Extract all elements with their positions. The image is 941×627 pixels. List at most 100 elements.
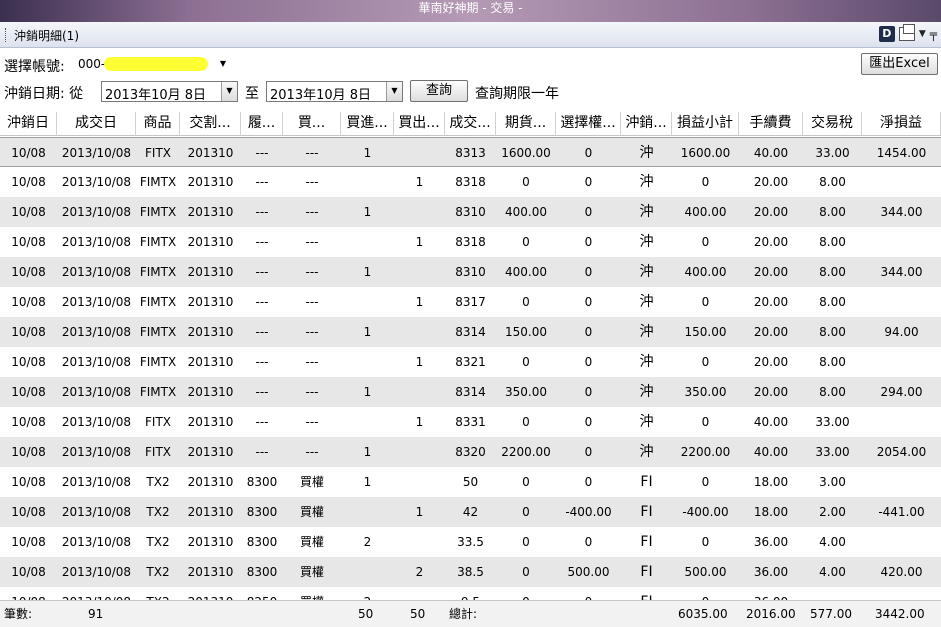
cell-fee: 18.00: [753, 505, 789, 519]
column-header-net-pnl[interactable]: 淨損益: [862, 112, 941, 136]
cell-fee: 40.00: [753, 146, 789, 160]
table-row[interactable]: 10/08 2013/10/08 FITX 201310 --- --- 1 8331 0 0 沖 0…: [0, 407, 941, 437]
net-total: 3442.00: [875, 607, 925, 621]
column-header-fee[interactable]: 手續費: [739, 112, 803, 136]
cell-buy-qty: 1: [363, 265, 372, 279]
cell-delivery-month: 201310: [187, 445, 234, 459]
cell-trade-price: 8314: [455, 385, 486, 399]
account-select[interactable]: 000- ▼: [74, 55, 230, 75]
drag-grip-icon[interactable]: [5, 28, 8, 42]
cell-product: TX2: [146, 475, 170, 489]
cell-futures-pnl: 350.00: [505, 385, 547, 399]
cell-product: FIMTX: [139, 355, 177, 369]
table-row[interactable]: 10/08 2013/10/08 FIMTX 201310 --- --- 1 8310 400…: [0, 197, 941, 227]
cell-option-type: ---: [305, 325, 319, 339]
table-row[interactable]: 10/08 2013/10/08 FIMTX 201310 --- --- 1 8310 400…: [0, 257, 941, 287]
cell-futures-pnl: 2200.00: [501, 445, 551, 459]
cell-tax: 33.00: [815, 146, 850, 160]
cell-option-type: ---: [305, 295, 319, 309]
cell-tax: 33.00: [815, 415, 850, 429]
column-header-settle-date[interactable]: 沖銷日: [0, 112, 57, 136]
window-title-bar: 華南好神期 - 交易 -: [0, 0, 941, 22]
column-header-product[interactable]: 商品: [136, 112, 180, 136]
column-header-strike[interactable]: 履...: [241, 112, 283, 136]
table-row[interactable]: 10/08 2013/10/08 FIMTX 201310 --- --- 1 8318 0 0 沖…: [0, 167, 941, 197]
column-header-option-pnl[interactable]: 選擇權...: [556, 112, 621, 136]
cell-net-pnl: [862, 527, 941, 557]
table-row[interactable]: 10/08 2013/10/08 TX2 201310 8300 買權 1 50 0 0 FI 0 18…: [0, 467, 941, 497]
cell-pnl-subtotal: 0: [701, 355, 710, 369]
cell-offset-type: FI: [640, 504, 653, 520]
table-row[interactable]: 10/08 2013/10/08 FITX 201310 --- --- 1 8320 2200…: [0, 437, 941, 467]
column-header-option-type[interactable]: 買...: [283, 112, 341, 136]
table-row[interactable]: 10/08 2013/10/08 TX2 201310 8300 買權 2 38.5 0 500.…: [0, 557, 941, 587]
chevron-down-icon[interactable]: ▼: [386, 82, 402, 101]
column-header-trade-price[interactable]: 成交...: [445, 112, 496, 136]
column-header-offset-type[interactable]: 沖銷...: [621, 112, 672, 136]
table-row[interactable]: 10/082013/10/08TX22013108250買權29.500FI03…: [0, 587, 941, 600]
column-header-trade-date[interactable]: 成交日: [57, 112, 136, 136]
cell-offset-type: FI: [621, 587, 672, 600]
column-header-buy-qty[interactable]: 買進...: [341, 112, 394, 136]
column-header-delivery-month[interactable]: 交割...: [180, 112, 241, 136]
export-excel-button[interactable]: 匯出Excel: [861, 53, 938, 75]
cell-buy-qty: 2: [341, 587, 394, 600]
cell-tax: 8.00: [819, 265, 846, 279]
cell-strike: ---: [255, 175, 269, 189]
cell-trade-price: 8310: [455, 265, 486, 279]
table-row[interactable]: 10/08 2013/10/08 FIMTX 201310 --- --- 1 8321 0 0 沖…: [0, 347, 941, 377]
query-button[interactable]: 查詢: [410, 80, 468, 102]
cell-product: TX2: [146, 535, 170, 549]
pin-icon[interactable]: ╤: [930, 27, 937, 41]
total-label: 總計:: [449, 607, 478, 621]
table-row[interactable]: 10/08 2013/10/08 FIMTX 201310 --- --- 1 8317 0 0 沖…: [0, 287, 941, 317]
date-to-picker[interactable]: 2013年10月 8日 ▼: [266, 81, 403, 103]
cell-pnl-subtotal: 0: [701, 175, 710, 189]
cell-settle-date: 10/08: [11, 235, 46, 249]
chevron-down-icon[interactable]: ▼: [220, 59, 226, 68]
cell-trade-price: 8320: [455, 445, 486, 459]
panel-controls: D ▼ ╤: [878, 24, 937, 42]
cell-option-type: ---: [305, 146, 319, 160]
chevron-down-icon[interactable]: ▼: [221, 82, 237, 101]
table-row[interactable]: 10/08 2013/10/08 TX2 201310 8300 買權 1 42 0 -400.0…: [0, 497, 941, 527]
cell-sell-qty: 1: [415, 415, 424, 429]
dropdown-arrow-icon[interactable]: ▼: [919, 29, 926, 39]
table-row[interactable]: 10/08 2013/10/08 FIMTX 201310 --- --- 1 8314 350…: [0, 377, 941, 407]
cell-delivery-month: 201310: [180, 587, 241, 600]
table-row[interactable]: 10/08 2013/10/08 FIMTX 201310 --- --- 1 8314 150…: [0, 317, 941, 347]
cell-settle-date: 10/08: [11, 445, 46, 459]
cell-sell-qty: 1: [415, 295, 424, 309]
cell-option-type: 買權: [283, 587, 341, 600]
cell-option-pnl: 0: [584, 325, 593, 339]
date-from-picker[interactable]: 2013年10月 8日 ▼: [101, 81, 238, 103]
cell-net-pnl: 344.00: [880, 265, 923, 279]
cell-product: FIMTX: [139, 235, 177, 249]
cell-strike: ---: [255, 295, 269, 309]
cell-net-pnl: [862, 227, 941, 257]
cell-product: FIMTX: [139, 295, 177, 309]
column-header-sell-qty[interactable]: 買出...: [394, 112, 445, 136]
cell-delivery-month: 201310: [187, 265, 234, 279]
cell-trade-price: 8318: [455, 175, 486, 189]
cell-option-pnl: 0: [584, 235, 593, 249]
column-header-futures-pnl[interactable]: 期貨...: [496, 112, 556, 136]
table-row[interactable]: 10/08 2013/10/08 FITX 201310 --- --- 1 8313 1600…: [0, 137, 941, 167]
cell-futures-pnl: 0: [522, 565, 530, 579]
cell-offset-type: 沖: [639, 444, 654, 460]
cell-trade-price: 8310: [455, 205, 486, 219]
cell-net-pnl: 94.00: [884, 325, 919, 339]
column-header-pnl-subtotal[interactable]: 損益小計: [672, 112, 739, 136]
float-window-icon[interactable]: [898, 24, 915, 41]
column-header-tax[interactable]: 交易稅: [803, 112, 862, 136]
table-row[interactable]: 10/08 2013/10/08 TX2 201310 8300 買權 2 33.5 0 0 FI 0…: [0, 527, 941, 557]
cell-option-type: ---: [305, 445, 319, 459]
cell-offset-type: 沖: [639, 204, 654, 220]
cell-product: FIMTX: [139, 325, 177, 339]
cell-product: FITX: [145, 146, 171, 160]
cell-fee: 20.00: [753, 385, 789, 399]
table-row[interactable]: 10/08 2013/10/08 FIMTX 201310 --- --- 1 8318 0 0 沖…: [0, 227, 941, 257]
cell-delivery-month: 201310: [187, 565, 234, 579]
query-note: 查詢期限一年: [475, 86, 559, 102]
d-app-icon[interactable]: D: [878, 26, 895, 42]
